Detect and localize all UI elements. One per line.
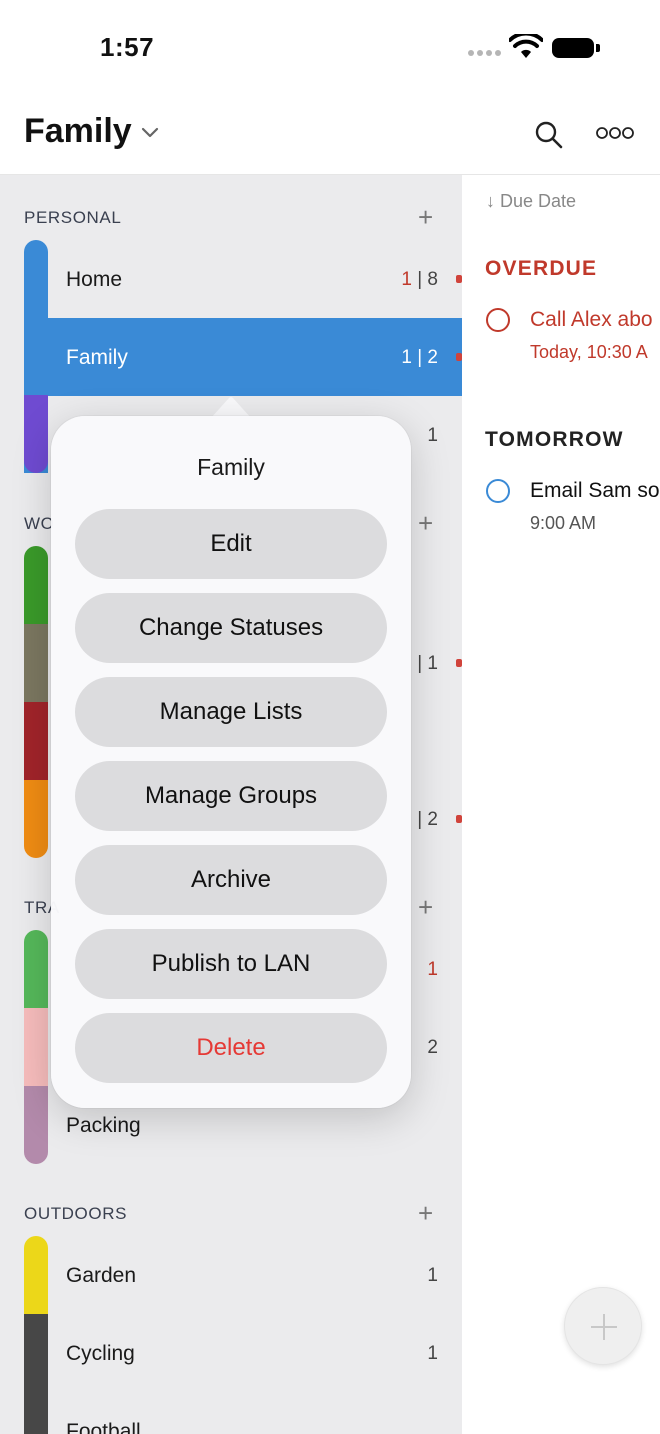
status-bar: 1:57 <box>0 0 660 96</box>
list-title[interactable]: Family <box>24 112 132 151</box>
status-time: 1:57 <box>100 32 155 62</box>
sidebar-item-label: Home <box>66 268 123 291</box>
archive-button[interactable]: Archive <box>75 845 387 915</box>
task-complete-checkbox[interactable] <box>486 479 510 503</box>
group-title-overdue: OVERDUE <box>485 257 598 280</box>
add-list-outdoors-icon[interactable]: + <box>418 1200 433 1226</box>
sidebar-item-garden[interactable]: Garden 1 <box>0 1236 462 1314</box>
task-complete-checkbox[interactable] <box>486 308 510 332</box>
list-color-bar <box>24 702 48 780</box>
sidebar-item-football[interactable]: Football <box>0 1392 462 1434</box>
edit-button[interactable]: Edit <box>75 509 387 579</box>
manage-groups-button[interactable]: Manage Groups <box>75 761 387 831</box>
cellular-signal-icon <box>468 50 502 58</box>
task-title[interactable]: Email Sam so <box>530 479 660 503</box>
section-header-work: WO <box>24 514 55 533</box>
sidebar-item-count: | 1 <box>417 653 438 674</box>
wifi-icon <box>509 34 543 58</box>
sort-by-due-date[interactable]: ↓ Due Date <box>486 191 576 212</box>
sidebar-item-label: Football <box>66 1420 141 1434</box>
sidebar-item-family[interactable]: Family 1 | 2 <box>48 318 462 396</box>
sidebar-item-label: Family <box>66 346 128 369</box>
group-title-tomorrow: TOMORROW <box>485 428 624 451</box>
popover-title: Family <box>197 454 265 480</box>
sidebar-item-count: 1 | 2 <box>401 347 438 368</box>
add-list-travel-icon[interactable]: + <box>418 894 433 920</box>
sidebar-item-count: 2 <box>427 1037 438 1058</box>
chevron-down-icon[interactable] <box>140 126 160 140</box>
list-actions-popover: Family Edit Change Statuses Manage Lists… <box>51 416 411 1108</box>
add-list-personal-icon[interactable]: + <box>418 204 433 230</box>
manage-lists-button[interactable]: Manage Lists <box>75 677 387 747</box>
sidebar-item-label: Garden <box>66 1264 137 1287</box>
sidebar-item-count: | 2 <box>417 809 438 830</box>
delete-button[interactable]: Delete <box>75 1013 387 1083</box>
add-task-button[interactable] <box>564 1287 642 1365</box>
task-due-time: 9:00 AM <box>530 513 597 533</box>
sidebar-item-count: 1 <box>427 425 438 446</box>
task-title[interactable]: Call Alex abo <box>530 308 653 332</box>
section-header-personal: PERSONAL <box>24 208 122 227</box>
task-panel: ↓ Due Date OVERDUE Call Alex abo Today, … <box>462 175 660 1434</box>
sidebar-item-count: 1 <box>427 959 438 980</box>
battery-tip <box>596 44 600 52</box>
sidebar-item-count: 1 | 8 <box>401 269 438 290</box>
sidebar-item-cycling[interactable]: Cycling 1 <box>0 1314 462 1392</box>
search-icon[interactable] <box>534 120 564 150</box>
section-header-outdoors: OUTDOORS <box>24 1204 128 1223</box>
list-color-bar <box>24 546 48 624</box>
sidebar-item-label: Packing <box>66 1114 141 1137</box>
popover-arrow <box>211 397 251 418</box>
sidebar-item-count: 1 <box>427 1265 438 1286</box>
app-header: Family <box>0 96 660 175</box>
publish-to-lan-button[interactable]: Publish to LAN <box>75 929 387 999</box>
add-list-work-icon[interactable]: + <box>418 510 433 536</box>
battery-icon <box>552 38 594 58</box>
sidebar-item-count: 1 <box>427 1343 438 1364</box>
sidebar-item-home[interactable]: Home 1 | 8 <box>0 240 462 318</box>
change-statuses-button[interactable]: Change Statuses <box>75 593 387 663</box>
sidebar-item-label: Cycling <box>66 1342 135 1365</box>
task-due-time: Today, 10:30 A <box>530 342 648 362</box>
more-options-icon[interactable] <box>596 126 634 140</box>
